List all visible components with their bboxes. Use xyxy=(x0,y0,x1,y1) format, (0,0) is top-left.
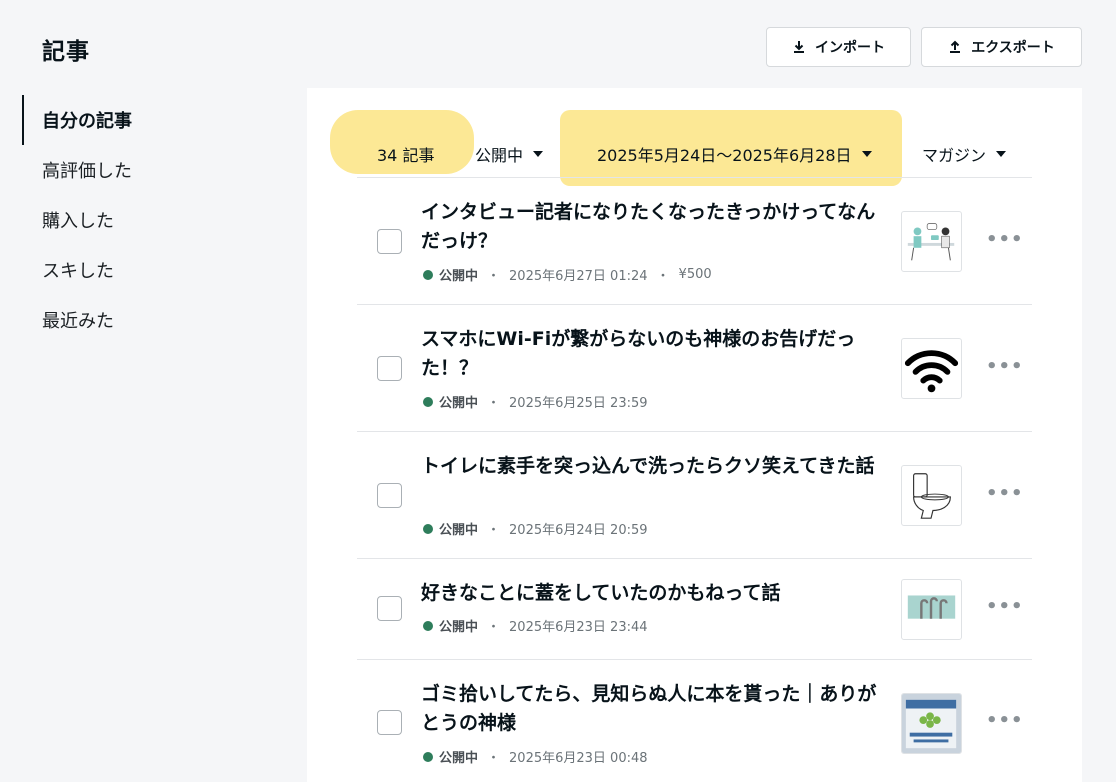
more-options-icon[interactable]: ••• xyxy=(986,596,1024,617)
status-badge: 公開中 xyxy=(439,269,479,284)
import-button[interactable]: インポート xyxy=(766,27,911,67)
article-meta: 公開中 ・ 2025年6月27日 01:24 ・ ¥500 xyxy=(423,265,712,284)
meta-separator: ・ xyxy=(487,620,501,635)
upload-icon xyxy=(950,40,961,53)
sidebar-item-label: 最近みた xyxy=(42,311,114,332)
status-badge: 公開中 xyxy=(439,396,479,411)
more-options-icon[interactable]: ••• xyxy=(986,229,1024,250)
sidebar-item-rated[interactable]: 高評価した xyxy=(22,145,132,195)
wifi-icon[interactable] xyxy=(901,338,962,399)
sidebar-item-liked[interactable]: スキした xyxy=(22,245,132,295)
toilet-icon[interactable] xyxy=(901,465,962,526)
article-checkbox[interactable] xyxy=(377,596,402,621)
status-badge: 公開中 xyxy=(439,620,479,635)
sidebar-item-label: 購入した xyxy=(42,211,114,232)
more-options-icon[interactable]: ••• xyxy=(986,710,1024,731)
status-badge: 公開中 xyxy=(439,523,479,538)
publish-date: 2025年6月23日 23:44 xyxy=(509,620,648,635)
date-range-label: 2025年5月24日〜2025年6月28日 xyxy=(597,146,852,165)
status-badge: 公開中 xyxy=(439,751,479,766)
publish-date: 2025年6月27日 01:24 xyxy=(509,269,648,284)
publish-date: 2025年6月24日 20:59 xyxy=(509,523,648,538)
article-checkbox[interactable] xyxy=(377,710,402,735)
download-icon xyxy=(794,41,804,53)
caret-down-icon xyxy=(861,151,872,157)
article-title[interactable]: スマホにWi-Fiが繋がらないのも神様のお告げだった！？ xyxy=(421,325,881,383)
sidebar-item-label: 高評価した xyxy=(42,161,132,182)
caret-down-icon xyxy=(533,151,544,157)
meta-separator: ・ xyxy=(487,396,501,411)
article-row: ゴミ拾いしてたら、見知らぬ人に本を貰った｜ありがとうの神様 公開中 ・ 2025… xyxy=(357,660,1032,782)
publish-date: 2025年6月25日 23:59 xyxy=(509,396,648,411)
export-label: エクスポート xyxy=(971,40,1055,56)
article-title[interactable]: トイレに素手を突っ込んで洗ったらクソ笑えてきた話 xyxy=(421,452,881,481)
export-button[interactable]: エクスポート xyxy=(921,27,1082,67)
page-title: 記事 xyxy=(42,39,90,65)
article-meta: 公開中 ・ 2025年6月24日 20:59 xyxy=(423,519,648,538)
article-title[interactable]: インタビュー記者になりたくなったきっかけってなんだっけ？ xyxy=(421,198,881,256)
caret-down-icon xyxy=(996,151,1007,157)
status-dot-icon xyxy=(423,523,433,534)
article-row: インタビュー記者になりたくなったきっかけってなんだっけ？ 公開中 ・ 2025年… xyxy=(357,178,1032,305)
people-illustration-icon[interactable] xyxy=(901,211,962,272)
article-meta: 公開中 ・ 2025年6月23日 23:44 xyxy=(423,616,648,635)
meta-separator: ・ xyxy=(656,269,670,284)
sidebar-item-label: 自分の記事 xyxy=(42,111,132,132)
sidebar-item-recent[interactable]: 最近みた xyxy=(22,295,132,345)
magazine-filter-dropdown[interactable]: マガジン xyxy=(922,142,1007,166)
meta-separator: ・ xyxy=(487,523,501,538)
article-checkbox[interactable] xyxy=(377,229,402,254)
import-label: インポート xyxy=(815,40,885,56)
meta-separator: ・ xyxy=(487,269,501,284)
status-dot-icon xyxy=(423,751,433,762)
article-title[interactable]: 好きなことに蓋をしていたのかもねって話 xyxy=(421,579,881,608)
article-row: トイレに素手を突っ込んで洗ったらクソ笑えてきた話 公開中 ・ 2025年6月24… xyxy=(357,432,1032,559)
magazine-filter-label: マガジン xyxy=(922,146,987,165)
sidebar-item-purchased[interactable]: 購入した xyxy=(22,195,132,245)
more-options-icon[interactable]: ••• xyxy=(986,356,1024,377)
status-filter-label: 公開中 xyxy=(475,146,524,165)
article-list: インタビュー記者になりたくなったきっかけってなんだっけ？ 公開中 ・ 2025年… xyxy=(357,178,1032,782)
article-row: スマホにWi-Fiが繋がらないのも神様のお告げだった！？ 公開中 ・ 2025年… xyxy=(357,305,1032,432)
article-meta: 公開中 ・ 2025年6月25日 23:59 xyxy=(423,392,648,411)
article-meta: 公開中 ・ 2025年6月23日 00:48 xyxy=(423,747,648,766)
status-filter-dropdown[interactable]: 公開中 xyxy=(475,142,544,166)
article-count: 34 記事 xyxy=(377,146,435,165)
status-dot-icon xyxy=(423,620,433,631)
sidebar-item-label: スキした xyxy=(42,261,114,282)
book-photo-icon[interactable] xyxy=(901,693,962,754)
article-price: ¥500 xyxy=(678,267,712,282)
sidebar-item-my-articles[interactable]: 自分の記事 xyxy=(22,95,132,145)
article-checkbox[interactable] xyxy=(377,356,402,381)
publish-date: 2025年6月23日 00:48 xyxy=(509,751,648,766)
status-dot-icon xyxy=(423,396,433,407)
article-row: 好きなことに蓋をしていたのかもねって話 公開中 ・ 2025年6月23日 23:… xyxy=(357,559,1032,660)
date-range-dropdown[interactable]: 2025年5月24日〜2025年6月28日 xyxy=(597,142,872,166)
filter-bar: 34 記事 公開中 2025年5月24日〜2025年6月28日 マガジン xyxy=(357,130,1032,178)
meta-separator: ・ xyxy=(487,751,501,766)
more-options-icon[interactable]: ••• xyxy=(986,483,1024,504)
sidebar-nav: 自分の記事 高評価した 購入した スキした 最近みた xyxy=(22,95,132,345)
status-dot-icon xyxy=(423,269,433,280)
faucet-illustration-icon[interactable] xyxy=(901,579,962,640)
article-checkbox[interactable] xyxy=(377,483,402,508)
article-title[interactable]: ゴミ拾いしてたら、見知らぬ人に本を貰った｜ありがとうの神様 xyxy=(421,680,881,738)
